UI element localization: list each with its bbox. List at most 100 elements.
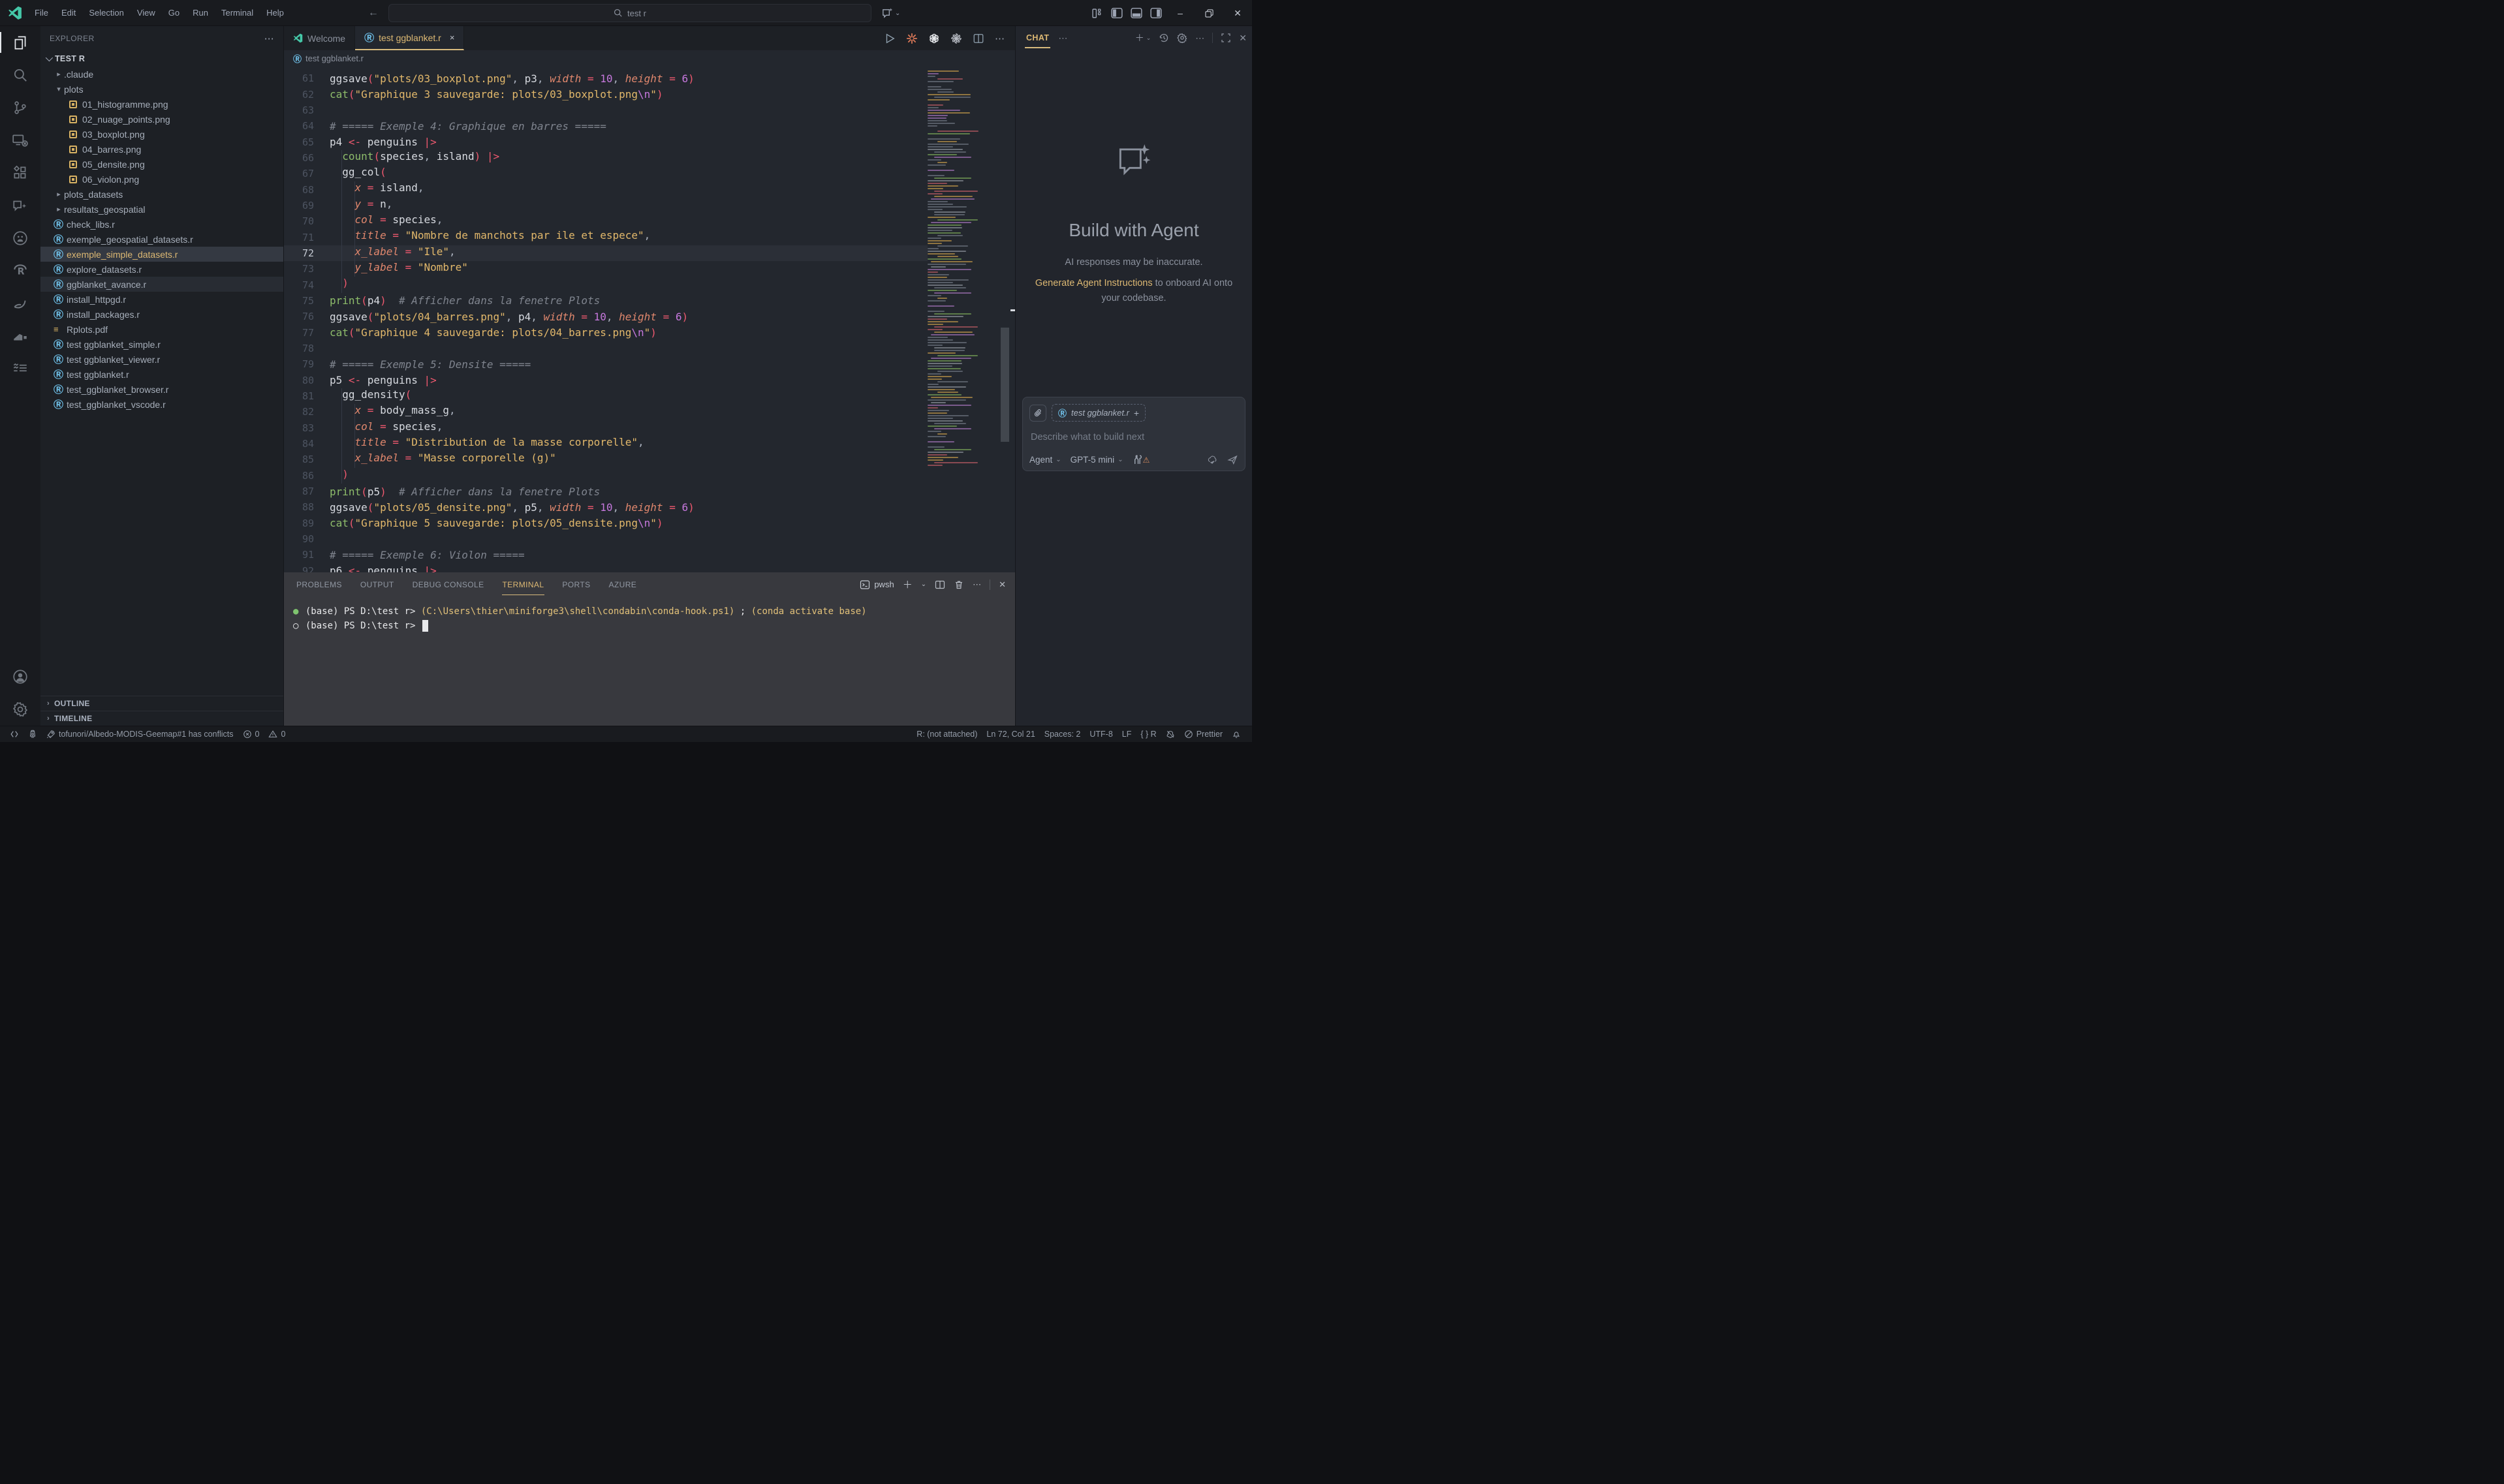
scrollbar-thumb[interactable] <box>1001 328 1009 442</box>
code-line-83[interactable]: 83 col = species, <box>284 420 928 436</box>
code-line-74[interactable]: 74 ) <box>284 277 928 292</box>
folder-.claude[interactable]: ▸.claude <box>40 67 283 82</box>
chat-more-actions-icon[interactable]: ⋯ <box>1195 33 1204 44</box>
new-terminal-icon[interactable]: ＋ <box>903 578 913 591</box>
copilot-titlebar-button[interactable]: ⌄ <box>881 0 900 26</box>
status-bell[interactable] <box>1227 730 1245 739</box>
code-line-75[interactable]: 75print(p4) # Afficher dans la fenetre P… <box>284 293 928 309</box>
kill-terminal-trash-icon[interactable] <box>954 580 964 590</box>
code-line-81[interactable]: 81 gg_density( <box>284 388 928 404</box>
pinwheel-extension-icon[interactable] <box>950 33 962 44</box>
code-line-82[interactable]: 82 x = body_mass_g, <box>284 404 928 420</box>
openai-codex-icon[interactable] <box>928 33 940 44</box>
timeline-section[interactable]: ›TIMELINE <box>40 711 283 726</box>
file-test ggblanket.r[interactable]: Ⓡtest ggblanket.r <box>40 367 283 382</box>
new-chat-icon[interactable]: ＋⌄ <box>1135 31 1151 44</box>
code-line-79[interactable]: 79# ===== Exemple 5: Densite ===== <box>284 356 928 372</box>
folder-plots[interactable]: ▾plots <box>40 82 283 97</box>
chat-tab[interactable]: CHAT <box>1025 28 1050 48</box>
code-line-63[interactable]: 63 <box>284 102 928 118</box>
chat-settings-gear-icon[interactable] <box>1177 33 1187 43</box>
status-copilot-off[interactable] <box>1161 730 1180 739</box>
status-r-not-attached[interactable]: R: (not attached) <box>912 730 982 739</box>
editor-scrollbar[interactable] <box>1000 67 1010 572</box>
menu-terminal[interactable]: Terminal <box>215 5 259 20</box>
close-window-button[interactable]: ✕ <box>1223 0 1252 26</box>
file-explore_datasets.r[interactable]: Ⓡexplore_datasets.r <box>40 262 283 277</box>
file-install_httpgd.r[interactable]: Ⓡinstall_httpgd.r <box>40 292 283 307</box>
code-line-73[interactable]: 73 y_label = "Nombre" <box>284 261 928 277</box>
nav-back-icon[interactable]: ← <box>368 7 379 19</box>
menu-help[interactable]: Help <box>260 5 290 20</box>
code-line-80[interactable]: 80p5 <- penguins |> <box>284 373 928 388</box>
restore-button[interactable] <box>1195 0 1223 26</box>
checklist-icon[interactable] <box>0 352 40 385</box>
code-editor[interactable]: 61ggsave("plots/03_boxplot.png", p3, wid… <box>284 67 1015 572</box>
command-center-search[interactable]: test r <box>388 4 871 22</box>
toggle-sidebar-icon[interactable] <box>1107 0 1127 26</box>
folder-resultats_geospatial[interactable]: ▸resultats_geospatial <box>40 202 283 217</box>
chat-maximize-icon[interactable] <box>1221 33 1231 43</box>
split-terminal-icon[interactable] <box>935 580 945 590</box>
explorer-icon[interactable] <box>0 26 40 59</box>
panel-tab-ports[interactable]: PORTS <box>561 574 591 595</box>
panel-tab-debug-console[interactable]: DEBUG CONSOLE <box>412 574 485 595</box>
code-line-68[interactable]: 68 x = island, <box>284 181 928 197</box>
file-Rplots.pdf[interactable]: ≡Rplots.pdf <box>40 322 283 337</box>
panel-tab-output[interactable]: OUTPUT <box>360 574 395 595</box>
agent-mode-dropdown[interactable]: Agent⌄ <box>1029 455 1061 465</box>
code-line-92[interactable]: 92p6 <- penguins |> <box>284 563 928 572</box>
file-test ggblanket_viewer.r[interactable]: Ⓡtest ggblanket_viewer.r <box>40 352 283 367</box>
tab-test-ggblanket[interactable]: Ⓡ test ggblanket.r × <box>355 26 464 50</box>
code-line-66[interactable]: 66 count(species, island) |> <box>284 150 928 166</box>
status-warning[interactable]: 0 <box>264 730 290 739</box>
status-lantern[interactable] <box>23 730 42 739</box>
code-line-90[interactable]: 90 <box>284 531 928 547</box>
file-ggblanket_avance.r[interactable]: Ⓡggblanket_avance.r <box>40 277 283 292</box>
panel-tab-terminal[interactable]: TERMINAL <box>502 574 545 595</box>
model-dropdown[interactable]: GPT-5 mini⌄ <box>1071 455 1123 465</box>
status-rocket[interactable]: tofunori/Albedo-MODIS-Geemap#1 has confl… <box>42 730 238 739</box>
tab-welcome[interactable]: Welcome <box>284 26 355 50</box>
file-test_ggblanket_vscode.r[interactable]: Ⓡtest_ggblanket_vscode.r <box>40 397 283 412</box>
claude-code-icon[interactable] <box>906 33 918 44</box>
explorer-more-actions-icon[interactable]: ⋯ <box>264 33 274 44</box>
code-line-61[interactable]: 61ggsave("plots/03_boxplot.png", p3, wid… <box>284 70 928 86</box>
code-line-88[interactable]: 88ggsave("plots/05_densite.png", p5, wid… <box>284 499 928 515</box>
close-panel-icon[interactable]: ✕ <box>999 580 1006 590</box>
code-line-76[interactable]: 76ggsave("plots/04_barres.png", p4, widt… <box>284 309 928 324</box>
code-line-86[interactable]: 86 ) <box>284 468 928 484</box>
status-remote[interactable] <box>5 730 23 739</box>
toggle-panel-icon[interactable] <box>1127 0 1146 26</box>
minimap[interactable] <box>928 70 990 488</box>
status-lf[interactable]: LF <box>1118 730 1136 739</box>
copilot-chat-icon[interactable] <box>0 189 40 222</box>
code-line-67[interactable]: 67 gg_col( <box>284 166 928 181</box>
outline-section[interactable]: ›OUTLINE <box>40 696 283 711</box>
split-editor-icon[interactable] <box>973 33 984 44</box>
file-02_nuage_points.png[interactable]: 02_nuage_points.png <box>40 112 283 127</box>
status-error[interactable]: 0 <box>238 730 264 739</box>
code-line-62[interactable]: 62cat("Graphique 3 sauvegarde: plots/03_… <box>284 86 928 102</box>
plot-viewer-icon[interactable] <box>0 320 40 352</box>
minimize-button[interactable]: – <box>1166 0 1195 26</box>
status-slash[interactable]: Prettier <box>1180 730 1227 739</box>
status-r[interactable]: { } R <box>1136 730 1161 739</box>
tools-icon[interactable]: ⚠ <box>1133 454 1150 465</box>
code-line-64[interactable]: 64# ===== Exemple 4: Graphique en barres… <box>284 118 928 134</box>
terminal-output[interactable]: ● (base) PS D:\test r> (C:\Users\thier\m… <box>284 596 1015 633</box>
attach-context-icon[interactable] <box>1029 405 1046 422</box>
menu-view[interactable]: View <box>131 5 161 20</box>
code-line-71[interactable]: 71 title = "Nombre de manchots par ile e… <box>284 229 928 245</box>
code-line-89[interactable]: 89cat("Graphique 5 sauvegarde: plots/05_… <box>284 516 928 531</box>
file-test_ggblanket_browser.r[interactable]: Ⓡtest_ggblanket_browser.r <box>40 382 283 397</box>
cloud-send-icon[interactable] <box>1207 454 1218 465</box>
chat-tab-more-icon[interactable]: ⋯ <box>1058 33 1067 44</box>
file-05_densite.png[interactable]: 05_densite.png <box>40 157 283 172</box>
status-ln-72-col-21[interactable]: Ln 72, Col 21 <box>982 730 1039 739</box>
file-exemple_geospatial_datasets.r[interactable]: Ⓡexemple_geospatial_datasets.r <box>40 232 283 247</box>
status-utf-8[interactable]: UTF-8 <box>1085 730 1117 739</box>
r-extension-icon[interactable]: R <box>0 255 40 287</box>
file-install_packages.r[interactable]: Ⓡinstall_packages.r <box>40 307 283 322</box>
chat-history-icon[interactable] <box>1159 33 1169 43</box>
